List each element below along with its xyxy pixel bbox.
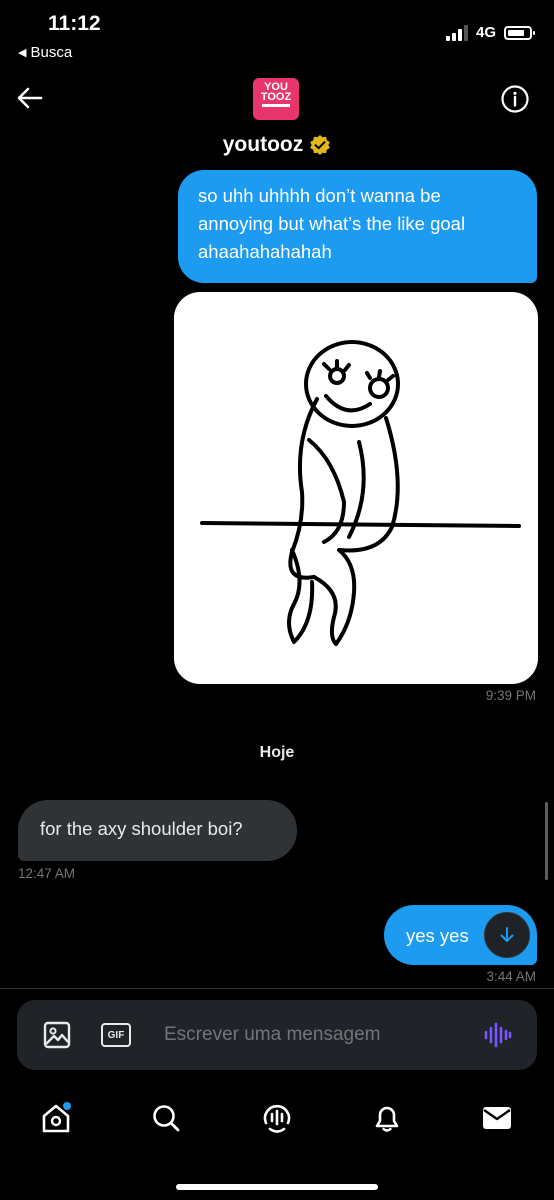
contact-avatar[interactable]: YOU TOOZ xyxy=(253,78,299,120)
gif-button[interactable]: GIF xyxy=(101,1023,131,1047)
contact-name: youtooz xyxy=(222,133,304,156)
network-type: 4G xyxy=(475,24,496,41)
gif-label: GIF xyxy=(107,1029,125,1041)
outgoing-message[interactable]: so uhh uhhhh don’t wanna be annoying but… xyxy=(178,170,537,283)
arrow-down-icon xyxy=(500,927,514,942)
spaces-icon xyxy=(263,1104,291,1133)
search-icon xyxy=(153,1105,180,1132)
messages-icon xyxy=(483,1107,511,1129)
contact-name-row[interactable]: youtooz xyxy=(0,133,554,157)
voice-message-icon[interactable] xyxy=(482,1020,512,1050)
status-indicators: 4G xyxy=(445,24,535,41)
nav-spaces[interactable] xyxy=(257,1098,297,1138)
message-timestamp: 12:47 AM xyxy=(18,866,76,881)
day-separator: Hoje xyxy=(259,744,295,761)
back-arrow-icon[interactable] xyxy=(14,82,46,114)
nav-notifications[interactable] xyxy=(367,1098,407,1138)
divider xyxy=(0,988,554,989)
cellular-signal-icon xyxy=(445,24,468,41)
battery-icon xyxy=(504,25,535,40)
stick-figure-drawing xyxy=(200,340,521,646)
avatar-text-tooz: TOOZ xyxy=(260,91,292,103)
status-time: 11:12 xyxy=(48,12,101,35)
notifications-icon xyxy=(375,1106,399,1132)
incoming-message[interactable]: for the axy shoulder boi? xyxy=(18,800,297,861)
message-input[interactable] xyxy=(150,1016,488,1054)
message-timestamp: 3:44 AM xyxy=(486,969,536,984)
notification-dot xyxy=(63,1102,71,1110)
verified-badge-icon xyxy=(310,135,331,155)
nav-home[interactable] xyxy=(36,1098,76,1138)
info-icon[interactable] xyxy=(500,84,530,114)
back-to-app-link[interactable]: ◀ Busca xyxy=(18,44,72,61)
back-triangle-icon: ◀ xyxy=(18,47,27,59)
nav-messages[interactable] xyxy=(477,1098,517,1138)
nav-search[interactable] xyxy=(146,1098,186,1138)
home-icon xyxy=(42,1102,71,1133)
home-indicator xyxy=(176,1184,378,1190)
image-icon[interactable] xyxy=(42,1020,72,1050)
scrollbar[interactable] xyxy=(545,802,548,880)
back-app-label: Busca xyxy=(30,44,73,61)
image-message[interactable] xyxy=(174,292,538,684)
scroll-to-bottom-button[interactable] xyxy=(484,912,530,958)
message-timestamp: 9:39 PM xyxy=(485,688,536,703)
